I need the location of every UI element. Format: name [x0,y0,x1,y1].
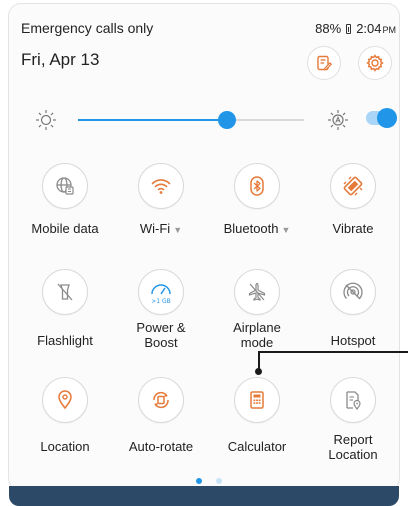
calculator-icon [250,391,264,409]
tile-report-location-label-line1: Report [333,432,373,447]
chevron-down-icon: ▼ [173,225,183,235]
brightness-slider[interactable] [78,111,304,129]
tile-vibrate-button[interactable] [330,163,376,209]
tile-power-boost-label: Power & Boost [113,320,209,350]
auto-rotate-icon [153,391,169,409]
tile-auto-rotate-button[interactable] [138,377,184,423]
tile-mobile-data-button[interactable] [42,163,88,209]
tile-flashlight-label: Flashlight [37,333,93,348]
tile-location-label: Location [40,439,90,454]
tile-calculator[interactable]: Calculator [209,377,305,454]
tile-bluetooth-button[interactable] [234,163,280,209]
gear-icon [366,54,384,72]
edit-button[interactable] [307,46,341,80]
auto-brightness-toggle-knob [377,108,397,128]
tile-bluetooth-label-text: Bluetooth [223,221,279,236]
hotspot-icon [343,282,363,300]
clock-ampm: PM [382,25,397,35]
auto-brightness-toggle[interactable] [366,108,397,128]
auto-brightness-icon [328,110,348,130]
callout-line-horizontal [258,351,408,353]
bluetooth-icon [250,176,264,196]
tile-report-location[interactable]: Report Location [305,377,401,462]
tile-auto-rotate[interactable]: Auto-rotate [113,377,209,454]
tile-airplane-mode-label-line1: Airplane [233,320,281,335]
tile-power-boost[interactable]: >1 GB Power & Boost [113,269,209,350]
tile-wifi-button[interactable] [138,163,184,209]
tile-hotspot[interactable]: Hotspot [305,269,401,348]
tile-report-location-label: Report Location [305,432,401,462]
airplane-icon [248,282,266,301]
page-indicator [196,478,222,484]
wifi-icon [151,179,171,194]
report-location-icon [346,391,361,410]
tile-calculator-label: Calculator [227,439,287,454]
tile-mobile-data-label: Mobile data [31,221,99,236]
tile-auto-rotate-label: Auto-rotate [128,439,194,454]
tile-wifi[interactable]: Wi-Fi ▼ [113,163,209,238]
status-bar-right: 88% 2:04PM [315,21,396,36]
tile-power-boost-label-line2: Boost [144,335,178,350]
tile-report-location-button[interactable] [330,377,376,423]
tile-vibrate[interactable]: Vibrate [305,163,401,236]
tile-location[interactable]: Location [17,377,113,454]
page-dot[interactable] [216,478,222,484]
vibrate-icon [343,176,363,196]
tile-hotspot-button[interactable] [330,269,376,315]
tile-airplane-mode-label-line2: mode [240,335,274,350]
tile-wifi-label-text: Wi-Fi [139,221,171,236]
mobile-data-icon [56,177,74,195]
brightness-slider-fill [78,119,228,121]
tile-airplane-mode-button[interactable] [234,269,280,315]
tile-power-boost-label-line1: Power & [136,320,186,335]
brightness-low-icon [36,110,56,130]
location-pin-icon [58,390,72,410]
tile-flashlight-button[interactable] [42,269,88,315]
battery-percent: 88% [315,21,342,36]
power-boost-badge: >1 GB [151,298,171,305]
page-dot-active[interactable] [196,478,202,484]
clock: 2:04PM [356,21,396,36]
power-boost-icon: >1 GB [151,284,171,305]
tile-location-button[interactable] [42,377,88,423]
date-label: Fri, Apr 13 [21,50,100,69]
flashlight-icon [57,283,73,301]
tile-calculator-button[interactable] [234,377,280,423]
clock-time: 2:04 [356,21,382,36]
tile-report-location-label-line2: Location [328,447,378,462]
tile-bluetooth[interactable]: Bluetooth ▼ [209,163,305,238]
tile-airplane-mode[interactable]: Airplane mode [209,269,305,350]
battery-icon [346,23,352,34]
navigation-bar [9,486,399,506]
edit-note-icon [317,55,333,71]
tile-wifi-label: Wi-Fi ▼ [113,221,209,238]
tile-hotspot-label: Hotspot [330,333,376,348]
tile-mobile-data[interactable]: Mobile data [17,163,113,236]
tile-power-boost-button[interactable]: >1 GB [138,269,184,315]
tile-vibrate-label: Vibrate [332,221,374,236]
chevron-down-icon: ▼ [281,225,291,235]
callout-line-vertical [258,352,260,370]
carrier-status: Emergency calls only [21,20,154,36]
tile-bluetooth-label: Bluetooth ▼ [209,221,305,238]
settings-button[interactable] [358,46,392,80]
tile-flashlight[interactable]: Flashlight [17,269,113,348]
tile-airplane-mode-label: Airplane mode [209,320,305,350]
